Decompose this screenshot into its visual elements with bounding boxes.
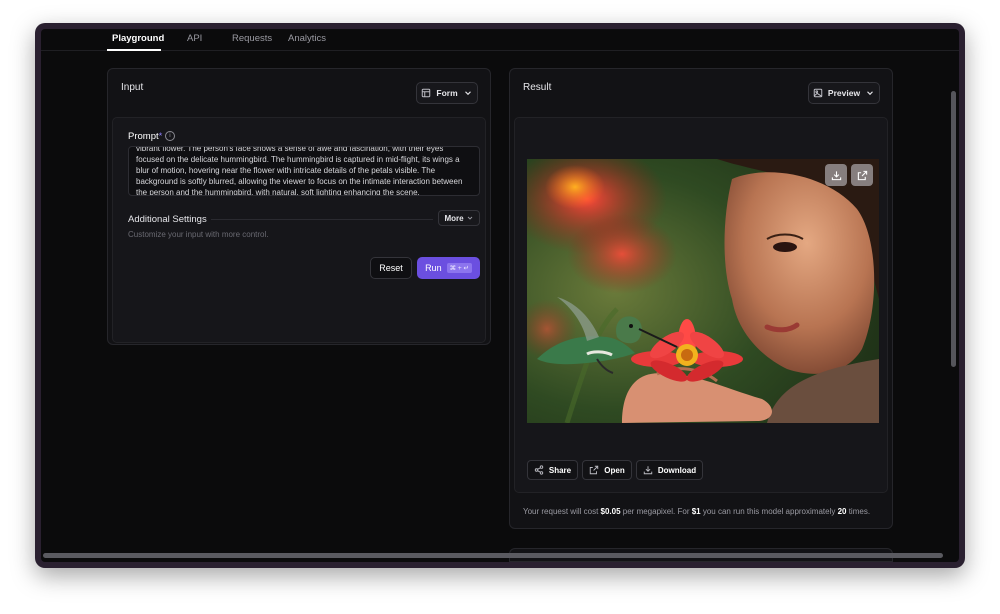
result-output: Share Open Download (514, 117, 888, 493)
input-form: Prompt* i vibrant flower. The person's f… (112, 117, 486, 343)
image-download-button[interactable] (825, 164, 847, 186)
generated-image (527, 159, 879, 423)
image-preview-icon (813, 88, 823, 98)
vertical-scrollbar[interactable] (951, 91, 956, 367)
info-icon[interactable]: i (165, 131, 175, 141)
form-mode-label: Form (436, 88, 458, 98)
run-label: Run (425, 263, 442, 273)
prompt-label-text: Prompt (128, 131, 159, 142)
additional-settings-subtitle: Customize your input with more control. (128, 230, 269, 239)
preview-mode-button[interactable]: Preview (808, 82, 880, 104)
tab-api[interactable]: API (187, 33, 202, 44)
cost-text-2: per megapixel. For (620, 507, 692, 516)
app-screen: Playground API Requests Analytics Input … (41, 29, 959, 562)
external-link-icon (590, 465, 599, 475)
tab-analytics[interactable]: Analytics (288, 33, 326, 44)
image-illustration (527, 159, 879, 423)
result-panel-title: Result (523, 82, 552, 93)
preview-mode-label: Preview (827, 88, 861, 98)
horizontal-scrollbar[interactable] (43, 553, 943, 558)
reset-button[interactable]: Reset (370, 257, 412, 279)
prompt-text: vibrant flower. The person's face shows … (136, 146, 463, 196)
required-mark: * (158, 131, 163, 142)
input-panel-title: Input (121, 82, 144, 93)
prompt-input[interactable]: vibrant flower. The person's face shows … (128, 146, 480, 196)
share-button[interactable]: Share (527, 460, 578, 480)
download-label: Download (657, 465, 697, 475)
cost-text-1: Your request will cost (523, 507, 601, 516)
share-label: Share (548, 465, 572, 475)
chevron-down-icon (464, 91, 471, 96)
window-frame: Playground API Requests Analytics Input … (35, 23, 965, 568)
share-icon (534, 465, 544, 475)
tab-playground[interactable]: Playground (112, 33, 164, 44)
run-button[interactable]: Run ⌘ + ↵ (417, 257, 480, 279)
open-label: Open (604, 465, 625, 475)
top-navigation: Playground API Requests Analytics (41, 29, 959, 51)
chevron-down-icon (467, 216, 472, 220)
tab-requests[interactable]: Requests (232, 33, 272, 44)
cost-price: $0.05 (600, 507, 621, 516)
download-icon (643, 466, 653, 475)
chevron-down-icon (867, 91, 873, 96)
open-button[interactable]: Open (582, 460, 632, 480)
result-panel: Result Preview Share Open Download Your … (509, 68, 893, 529)
input-panel: Input Form Prompt* i vibrant flower. The… (107, 68, 491, 345)
prompt-label: Prompt* (128, 131, 162, 142)
more-label: More (444, 213, 464, 223)
download-icon (831, 170, 841, 180)
cost-notice: Your request will cost $0.05 per megapix… (523, 507, 870, 516)
active-tab-indicator (107, 49, 161, 51)
external-link-icon (857, 170, 867, 180)
cost-text-4: times. (846, 507, 871, 516)
additional-settings-title: Additional Settings (128, 214, 207, 225)
form-layout-icon (422, 88, 431, 98)
image-open-button[interactable] (851, 164, 873, 186)
run-shortcut: ⌘ + ↵ (446, 263, 472, 273)
divider (211, 219, 433, 220)
more-settings-button[interactable]: More (438, 210, 480, 226)
cost-text-3: you can run this model approximately (700, 507, 838, 516)
cost-budget: $1 (691, 507, 701, 516)
download-button[interactable]: Download (636, 460, 703, 480)
form-mode-button[interactable]: Form (416, 82, 478, 104)
